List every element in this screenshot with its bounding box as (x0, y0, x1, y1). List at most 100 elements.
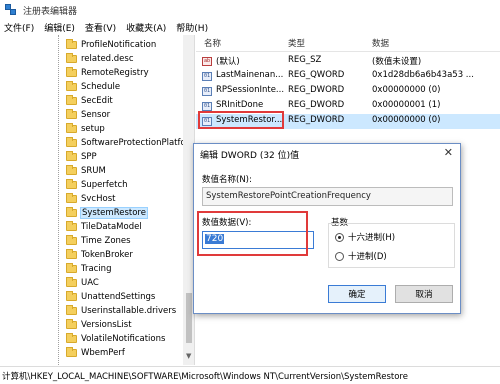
tree-item-label: UAC (81, 278, 99, 288)
cell-name: RPSessionInte... (216, 85, 285, 95)
cancel-button[interactable]: 取消 (395, 285, 453, 303)
folder-icon (66, 221, 77, 231)
tree-item[interactable]: Schedule (0, 80, 182, 94)
tree-item-label: TileDataModel (81, 222, 142, 232)
regedit-icon (5, 4, 17, 16)
cell-type: REG_DWORD (288, 85, 345, 95)
list-row[interactable]: 01 LastMainenan... REG_QWORD 0x1d28db6a6b43… (196, 69, 500, 84)
cell-name: LastMainenan... (216, 70, 284, 80)
tree-item[interactable]: Tracing (0, 262, 182, 276)
menu-view[interactable]: 查看(V) (81, 21, 122, 34)
folder-icon (66, 53, 77, 63)
tree-item[interactable]: UAC (0, 276, 182, 290)
cell-type: REG_DWORD (288, 100, 345, 110)
radio-hex-button[interactable] (335, 232, 344, 242)
menu-file[interactable]: 文件(F) (0, 21, 40, 34)
cell-type: REG_QWORD (288, 70, 345, 80)
tree-item[interactable]: Sensor (0, 108, 182, 122)
menu-help[interactable]: 帮助(H) (172, 21, 214, 34)
tree-item-label: SystemRestore (80, 207, 148, 219)
registry-tree: ProfileNotification related.desc RemoteReg… (0, 35, 195, 365)
folder-icon (66, 319, 77, 329)
tree-item[interactable]: related.desc (0, 52, 182, 66)
tree-item[interactable]: WbemPerf (0, 346, 182, 360)
folder-icon (66, 151, 77, 161)
tree-item-label: WbemPerf (81, 348, 125, 358)
scroll-down-icon[interactable]: ▼ (186, 352, 191, 360)
folder-icon (66, 165, 77, 175)
tree-item-label: VersionsList (81, 320, 132, 330)
folder-icon (66, 67, 77, 77)
list-row[interactable]: 01 RPSessionInte... REG_DWORD 0x00000000 (0… (196, 84, 500, 99)
menu-edit[interactable]: 编辑(E) (40, 21, 81, 34)
folder-icon (66, 263, 77, 273)
folder-icon (66, 347, 77, 357)
tree-item[interactable]: TokenBroker (0, 248, 182, 262)
string-value-icon: ab (202, 57, 212, 66)
tree-item-label: Schedule (81, 82, 121, 92)
radio-dec-label: 十进制(D) (348, 252, 387, 262)
tree-scroll-thumb[interactable] (186, 293, 192, 343)
tree-item[interactable]: TileDataModel (0, 220, 182, 234)
folder-icon (66, 123, 77, 133)
tree-item-label: ProfileNotification (81, 40, 157, 50)
menu-favorites[interactable]: 收藏夹(A) (122, 21, 172, 34)
folder-icon (66, 95, 77, 105)
folder-icon (66, 291, 77, 301)
tree-item[interactable]: RemoteRegistry (0, 66, 182, 80)
cell-type: REG_SZ (288, 55, 322, 65)
folder-icon (66, 235, 77, 245)
folder-icon (66, 249, 77, 259)
cell-data: 0x00000000 (0) (372, 115, 441, 125)
folder-icon (66, 109, 77, 119)
folder-icon (66, 137, 77, 147)
folder-icon (66, 305, 77, 315)
menu-bar: 文件(F) 编辑(E) 查看(V) 收藏夹(A) 帮助(H) (0, 20, 500, 35)
radio-dec[interactable]: 十进制(D) (335, 250, 387, 262)
ok-button[interactable]: 确定 (328, 285, 386, 303)
tree-item[interactable]: setup (0, 122, 182, 136)
tree-item-label: related.desc (81, 54, 134, 64)
folder-icon (66, 193, 77, 203)
tree-item-label: RemoteRegistry (81, 68, 149, 78)
cell-name: (默认) (216, 57, 240, 67)
tree-item-label: Superfetch (81, 180, 128, 190)
value-name-field[interactable]: SystemRestorePointCreationFrequency (202, 187, 453, 206)
close-icon[interactable]: ✕ (444, 146, 453, 159)
tree-item-label: SRUM (81, 166, 106, 176)
tree-item[interactable]: ProfileNotification (0, 38, 182, 52)
tree-item[interactable]: Superfetch (0, 178, 182, 192)
binary-value-icon: 01 (202, 87, 212, 96)
tree-item[interactable]: SecEdit (0, 94, 182, 108)
highlight-box-value-name (198, 111, 284, 129)
tree-item[interactable]: SPP (0, 150, 182, 164)
tree-item[interactable]: VolatileNotifications (0, 332, 182, 346)
list-row[interactable]: ab (默认) REG_SZ (数值未设置) (196, 54, 500, 69)
tree-item[interactable]: VersionsList (0, 318, 182, 332)
tree-item-label: TokenBroker (81, 250, 133, 260)
folder-icon (66, 333, 77, 343)
column-header-name[interactable]: 名称 (204, 37, 221, 49)
tree-item[interactable]: SvcHost (0, 192, 182, 206)
cell-data: (数值未设置) (372, 57, 422, 67)
tree-item[interactable]: SoftwareProtectionPlatfor (0, 136, 189, 150)
tree-item[interactable]: SRUM (0, 164, 182, 178)
radio-dec-button[interactable] (335, 251, 344, 261)
tree-item-label: VolatileNotifications (81, 334, 166, 344)
value-name-label: 数值名称(N): (202, 175, 252, 185)
tree-item-label: Sensor (81, 110, 111, 120)
tree-item[interactable]: UnattendSettings (0, 290, 182, 304)
cell-data: 0x00000000 (0) (372, 85, 441, 95)
tree-item[interactable]: SystemRestore (0, 206, 182, 220)
tree-item-label: UnattendSettings (81, 292, 156, 302)
tree-item[interactable]: Userinstallable.drivers (0, 304, 182, 318)
binary-value-icon: 01 (202, 102, 212, 111)
tree-item[interactable]: Time Zones (0, 234, 182, 248)
radio-hex[interactable]: 十六进制(H) (335, 231, 395, 243)
folder-icon (66, 179, 77, 189)
radio-hex-label: 十六进制(H) (348, 233, 396, 243)
highlight-box-value-data (197, 211, 308, 256)
column-header-data[interactable]: 数据 (372, 37, 389, 49)
column-header-type[interactable]: 类型 (288, 37, 305, 49)
status-bar-path: 计算机\HKEY_LOCAL_MACHINE\SOFTWARE\Microsof… (0, 366, 500, 384)
